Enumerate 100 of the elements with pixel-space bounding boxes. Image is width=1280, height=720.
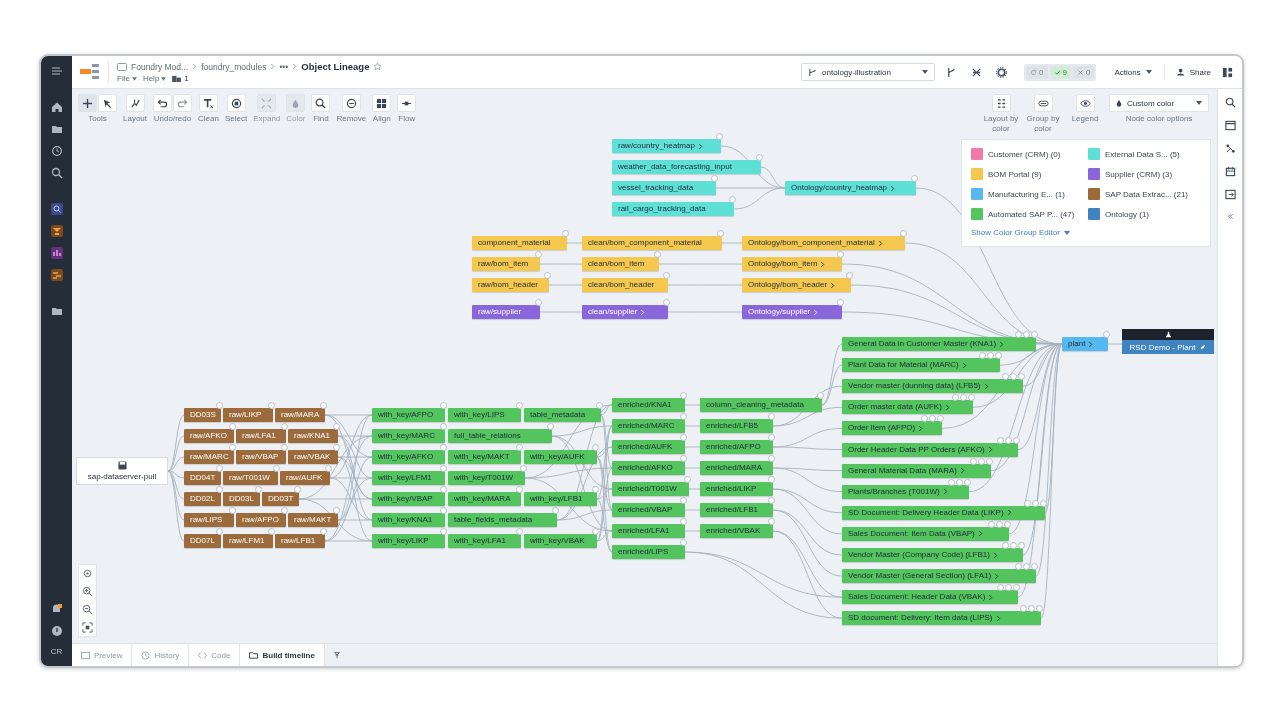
- graph-node[interactable]: with_key/VBAP: [372, 492, 445, 506]
- search-icon[interactable]: [50, 167, 63, 179]
- graph-node[interactable]: raw/LFA1: [236, 429, 286, 443]
- graph-node[interactable]: with_key/LIKP: [372, 534, 445, 548]
- graph-node[interactable]: DD03L: [223, 492, 260, 506]
- pan-tool-button[interactable]: [78, 94, 97, 112]
- graph-node[interactable]: raw/bom_header: [472, 278, 549, 292]
- graph-node[interactable]: SD document: Delivery: Item data (LIPS): [842, 611, 1041, 626]
- graph-node[interactable]: enriched/LFB5: [700, 419, 773, 433]
- graph-node[interactable]: with_key/AFKO: [372, 450, 445, 464]
- graph-node[interactable]: raw/MARA: [275, 408, 325, 422]
- color-group-editor-link[interactable]: Show Color Group Editor: [971, 228, 1070, 237]
- graph-node[interactable]: General Material Data (MARA): [842, 463, 991, 478]
- graph-node[interactable]: DD07L: [184, 534, 221, 548]
- graph-node[interactable]: Order item (AFPO): [842, 421, 942, 436]
- pin-icon[interactable]: [332, 651, 341, 659]
- home-icon[interactable]: [50, 101, 63, 113]
- calendar-icon[interactable]: [1224, 166, 1236, 177]
- search-icon[interactable]: [50, 203, 63, 215]
- graph-node[interactable]: Plants/Branches (T001W): [842, 484, 969, 499]
- graph-node[interactable]: enriched/LIKP: [700, 482, 773, 496]
- color-select[interactable]: Custom color: [1109, 94, 1209, 112]
- breadcrumb-link[interactable]: foundry_modules: [201, 61, 267, 72]
- panel-tab[interactable]: Build timeline: [240, 644, 325, 666]
- remove-button[interactable]: [341, 94, 361, 112]
- graph-node[interactable]: enriched/VBAP: [612, 503, 685, 517]
- menu-button[interactable]: File: [117, 74, 137, 83]
- graph-node[interactable]: with_key/MARC: [372, 429, 445, 443]
- find-button[interactable]: [311, 94, 331, 112]
- graph-node[interactable]: column_cleaning_metadata: [700, 398, 822, 412]
- graph-node[interactable]: with_key/VBAK: [524, 534, 597, 548]
- graph-node[interactable]: Vendor Master (General Section) (LFA1): [842, 569, 1036, 584]
- history-icon[interactable]: [50, 145, 63, 157]
- graph-icon[interactable]: [971, 66, 983, 78]
- graph-node[interactable]: table_metadata: [524, 408, 601, 422]
- graph-node[interactable]: with_key/LFM1: [372, 471, 445, 485]
- graph-node[interactable]: with_key/MAKT: [448, 450, 521, 464]
- graph-node[interactable]: rail_cargo_tracking_data: [612, 202, 734, 216]
- menu-button[interactable]: Help: [142, 74, 167, 83]
- align-button[interactable]: [372, 94, 392, 112]
- graph-node[interactable]: General Data in Customer Master (KNA1): [842, 337, 1036, 351]
- graph-node[interactable]: Ontology/bom_item: [742, 257, 842, 271]
- breadcrumb-link[interactable]: Object Lineage: [301, 61, 370, 72]
- graph-node[interactable]: raw/AFPO: [236, 513, 286, 527]
- graph-node[interactable]: clean/bom_header: [582, 278, 668, 292]
- graph-node[interactable]: Sales Document: Header Data (VBAK): [842, 590, 1018, 605]
- graph-node[interactable]: Vendor Master (Company Code) (LFB1): [842, 548, 1023, 562]
- graph-node[interactable]: DD03S: [184, 408, 221, 422]
- graph-node[interactable]: table_fields_metadata: [448, 513, 557, 527]
- star-icon[interactable]: [373, 62, 383, 71]
- collapse-icon[interactable]: [1225, 212, 1235, 221]
- window-icon[interactable]: [1224, 120, 1236, 131]
- graph-node[interactable]: enriched/AUFK: [612, 440, 685, 454]
- graph-node[interactable]: enriched/VBAK: [700, 524, 773, 538]
- panel-icon[interactable]: [1224, 189, 1236, 200]
- graph-node[interactable]: raw/supplier: [472, 305, 540, 319]
- graph-node[interactable]: Order master data (AUFK): [842, 400, 973, 415]
- menu-icon[interactable]: [50, 65, 63, 77]
- graph-node[interactable]: Order Header Data PP Orders (AFKO): [842, 442, 1018, 457]
- flow-button[interactable]: [397, 94, 417, 112]
- graph-node[interactable]: raw/LFB1: [275, 534, 325, 548]
- pointer-tool-button[interactable]: [98, 94, 117, 112]
- settings-icon[interactable]: [996, 66, 1008, 78]
- layout-button[interactable]: [125, 94, 145, 112]
- graph-node[interactable]: raw/LFM1: [223, 534, 273, 548]
- output-node[interactable]: RSD Demo - Plant: [1122, 329, 1214, 354]
- share-button[interactable]: Share: [1176, 67, 1211, 77]
- user-avatar[interactable]: CR: [50, 647, 63, 656]
- dataset-node[interactable]: sap-dataserver-pull: [76, 457, 168, 485]
- graph-node[interactable]: Ontology/bom_component_material: [742, 236, 905, 250]
- graph-node[interactable]: raw/AFKO: [184, 429, 234, 443]
- graph-node[interactable]: with_key/KNA1: [372, 513, 445, 527]
- graph-node[interactable]: enriched/KNA1: [612, 398, 685, 412]
- graph-node[interactable]: raw/KNA1: [288, 429, 338, 443]
- graph-node[interactable]: with_key/AFPO: [372, 408, 445, 422]
- graph-node[interactable]: raw/T001W: [223, 471, 278, 485]
- graph-node[interactable]: enriched/MARA: [700, 461, 773, 475]
- panel-layout-icon[interactable]: [1222, 66, 1233, 78]
- graph-node[interactable]: with_key/LFA1: [448, 534, 521, 548]
- branch-select[interactable]: ontology-illustration: [801, 63, 936, 81]
- graph-node[interactable]: Ontology/bom_header: [742, 278, 851, 292]
- graph-node[interactable]: vessel_tracking_data: [612, 181, 716, 195]
- graph-node[interactable]: raw/AUFK: [280, 471, 330, 485]
- graph-node[interactable]: raw/VBAK: [288, 450, 338, 464]
- graph-node[interactable]: raw/bom_item: [472, 257, 540, 271]
- graph-node[interactable]: enriched/LFA1: [612, 524, 685, 538]
- breadcrumb-link[interactable]: Foundry Mod...: [131, 61, 189, 72]
- graph-node[interactable]: component_material: [472, 236, 567, 250]
- graph-node[interactable]: clean/bom_component_material: [582, 236, 722, 250]
- graph-node[interactable]: Ontology/supplier: [742, 305, 842, 319]
- graph-node[interactable]: enriched/LFB1: [700, 503, 773, 517]
- graph-node[interactable]: SD Document: Delivery Header Data (LIKP): [842, 505, 1045, 520]
- legend-button[interactable]: [1075, 94, 1095, 112]
- graph-node[interactable]: with_key/T001W: [448, 471, 525, 485]
- search-icon[interactable]: [1224, 97, 1236, 108]
- graph-node[interactable]: enriched/MARC: [612, 419, 685, 433]
- zoom-in-icon[interactable]: [82, 586, 93, 597]
- graph-node[interactable]: raw/LIPS: [184, 513, 234, 527]
- graph-node[interactable]: enriched/LIPS: [612, 545, 685, 559]
- graph-node[interactable]: with_key/LFB1: [524, 492, 597, 506]
